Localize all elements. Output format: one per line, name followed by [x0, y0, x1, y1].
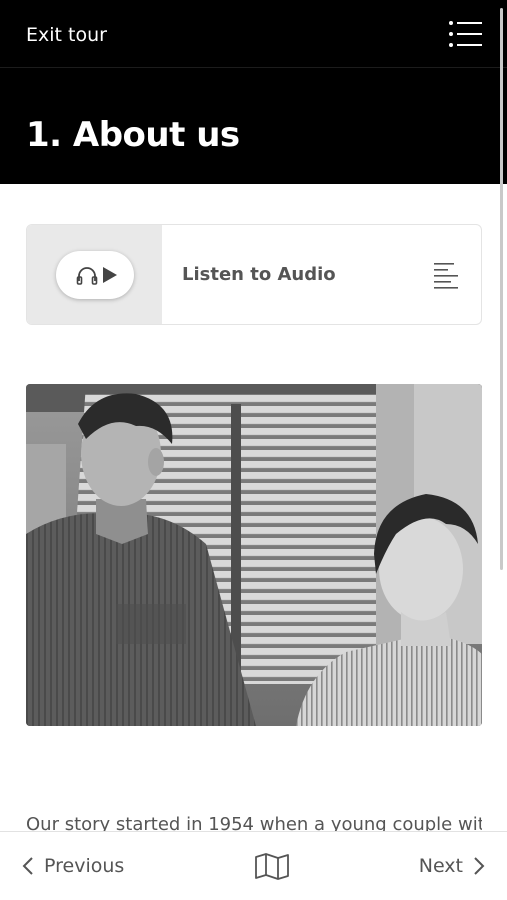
next-button[interactable]: Next: [419, 852, 485, 880]
bottom-navigation: Previous Next: [0, 831, 507, 900]
chevron-right-icon: [474, 857, 485, 875]
previous-label: Previous: [44, 855, 125, 877]
listen-to-audio-label: Listen to Audio: [182, 264, 336, 285]
previous-button[interactable]: Previous: [22, 852, 124, 880]
page-title: 1. About us: [26, 115, 240, 155]
historic-couple-photo: [26, 384, 482, 726]
chevron-left-icon: [22, 857, 33, 875]
scrollbar-thumb[interactable]: [500, 8, 503, 570]
transcript-lines-icon[interactable]: [432, 261, 460, 289]
headphones-play-icon: [76, 267, 117, 285]
audio-player-left-panel: [27, 225, 162, 324]
map-icon[interactable]: [254, 852, 290, 880]
list-menu-icon[interactable]: [448, 20, 482, 48]
next-label: Next: [418, 855, 463, 877]
top-bar: Exit tour: [0, 0, 507, 68]
exit-tour-button[interactable]: Exit tour: [26, 22, 107, 48]
audio-player-card[interactable]: Listen to Audio: [26, 224, 482, 325]
headphones-play-button[interactable]: [56, 251, 134, 299]
title-band: 1. About us: [0, 68, 507, 184]
